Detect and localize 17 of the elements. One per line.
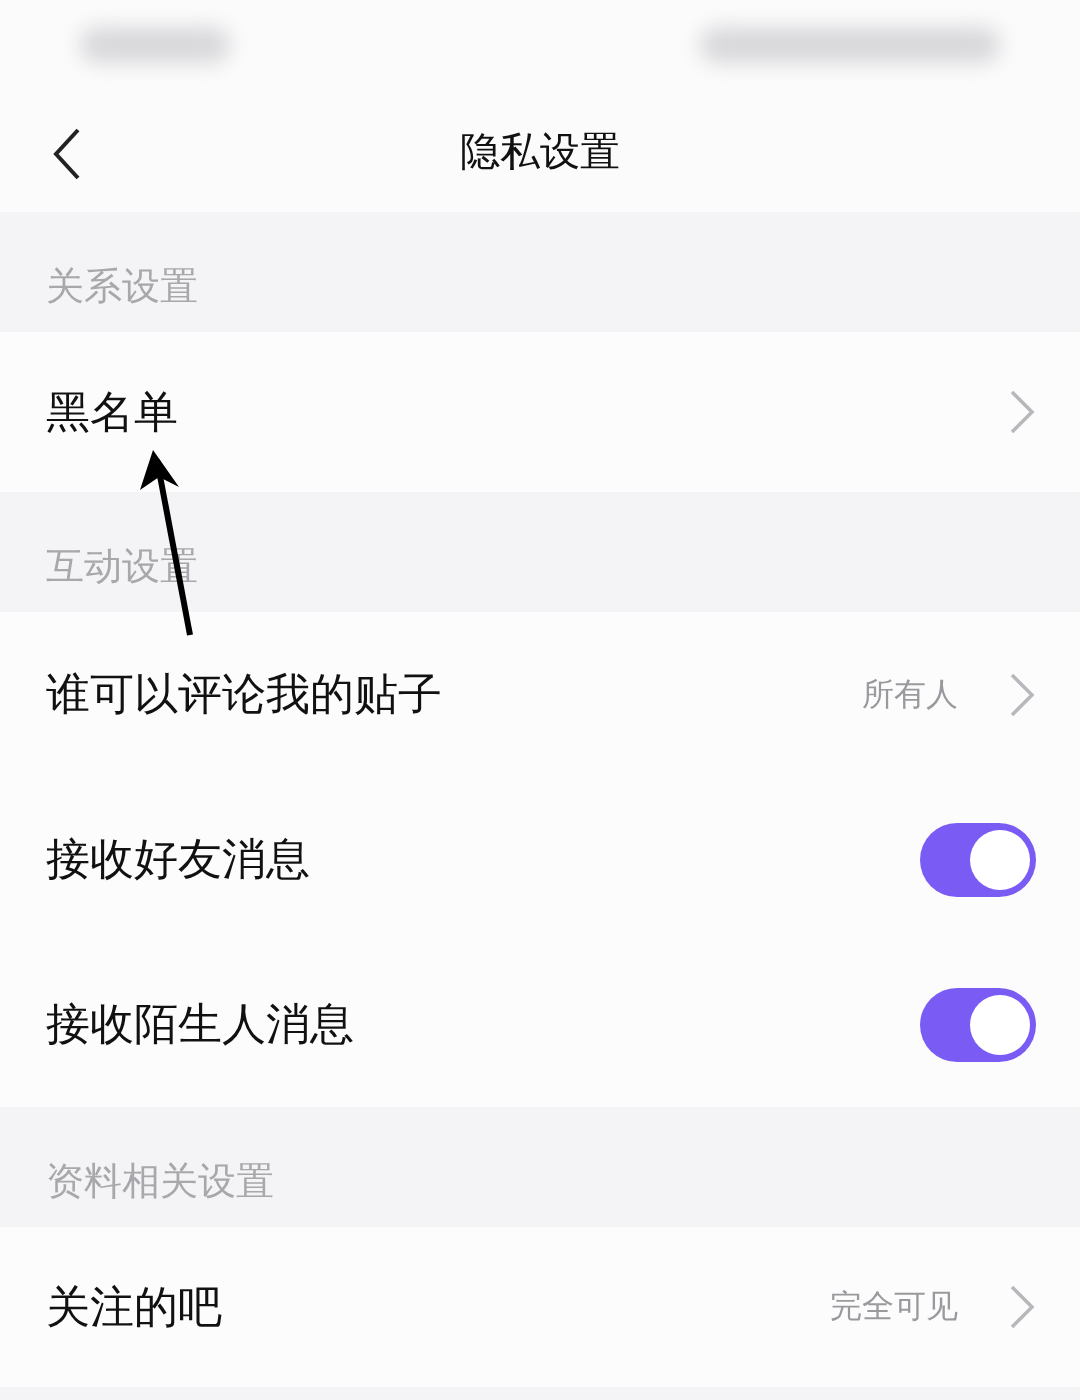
row-label: 接收好友消息 — [46, 832, 311, 886]
row-value: 完全可见 — [830, 1286, 958, 1327]
section-title: 资料相关设置 — [46, 1158, 274, 1205]
row-label: 黑名单 — [46, 384, 179, 439]
settings-row[interactable]: 关注的吧 完全可见 — [0, 1227, 1080, 1387]
section-title: 关系设置 — [46, 263, 198, 310]
row-label: 接收陌生人消息 — [46, 997, 355, 1051]
page-title: 隐私设置 — [460, 126, 620, 176]
row-label: 关注的吧 — [46, 1279, 223, 1334]
settings-row[interactable]: 黑名单 — [0, 332, 1080, 492]
row-value: 所有人 — [862, 673, 958, 715]
settings-row[interactable]: 谁可以评论我的贴子 所有人 — [0, 612, 1080, 777]
chevron-right-icon — [1008, 1283, 1036, 1331]
chevron-right-icon — [1008, 388, 1036, 436]
settings-row[interactable]: 接收陌生人消息 — [0, 942, 1080, 1107]
row-label: 谁可以评论我的贴子 — [46, 667, 443, 721]
settings-row[interactable]: 接收好友消息 — [0, 777, 1080, 942]
